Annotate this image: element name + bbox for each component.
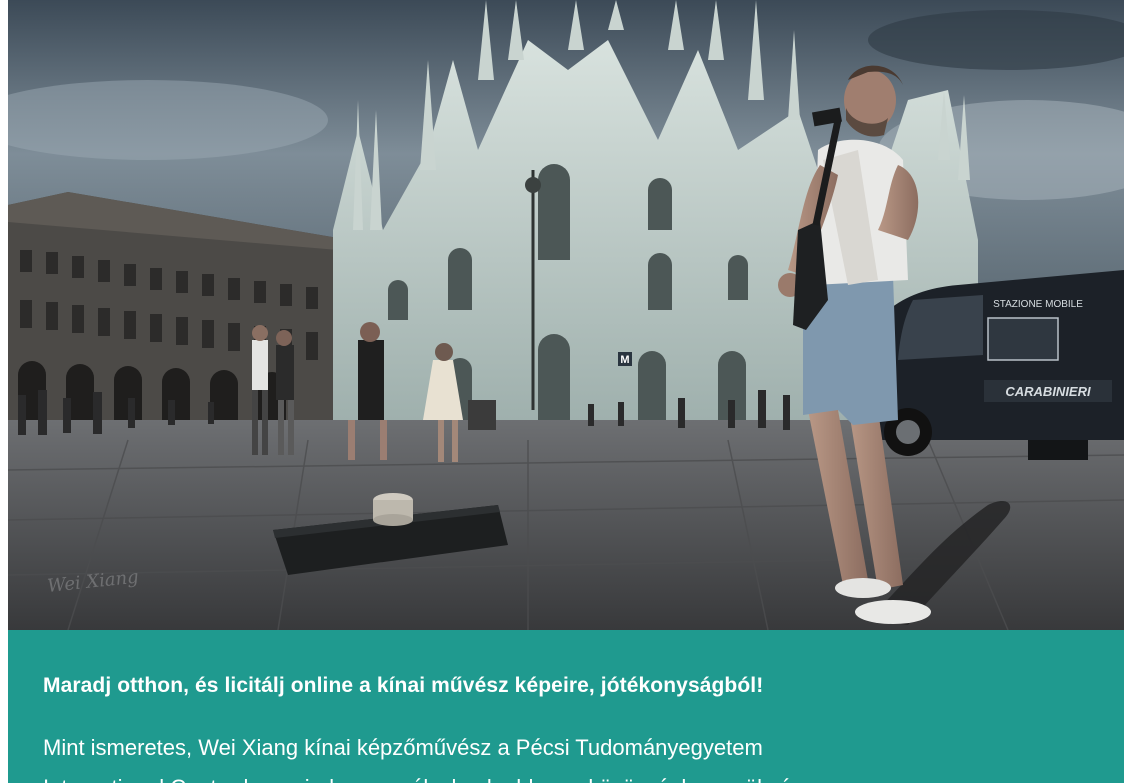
article-body-line-1: Mint ismeretes, Wei Xiang kínai képzőműv… bbox=[43, 735, 763, 760]
article-headline: Maradj otthon, és licitálj online a kína… bbox=[43, 674, 764, 697]
street-musician-photo: M CARABINIERI STAZIONE MOBILE Wei Xiang bbox=[8, 0, 1124, 630]
page: M CARABINIERI STAZIONE MOBILE Wei Xiang … bbox=[0, 0, 1124, 783]
van-top-label: STAZIONE MOBILE bbox=[993, 299, 1083, 310]
article-body-line-2: International Centre-ben mind a személye… bbox=[43, 775, 827, 783]
hero-photo: M CARABINIERI STAZIONE MOBILE Wei Xiang bbox=[8, 0, 1124, 630]
metro-sign-label: M bbox=[620, 354, 629, 366]
article-panel: Maradj otthon, és licitálj online a kína… bbox=[8, 630, 1124, 783]
article-body: Mint ismeretes, Wei Xiang kínai képzőműv… bbox=[43, 728, 1103, 783]
van-side-label: CARABINIERI bbox=[1005, 384, 1091, 399]
